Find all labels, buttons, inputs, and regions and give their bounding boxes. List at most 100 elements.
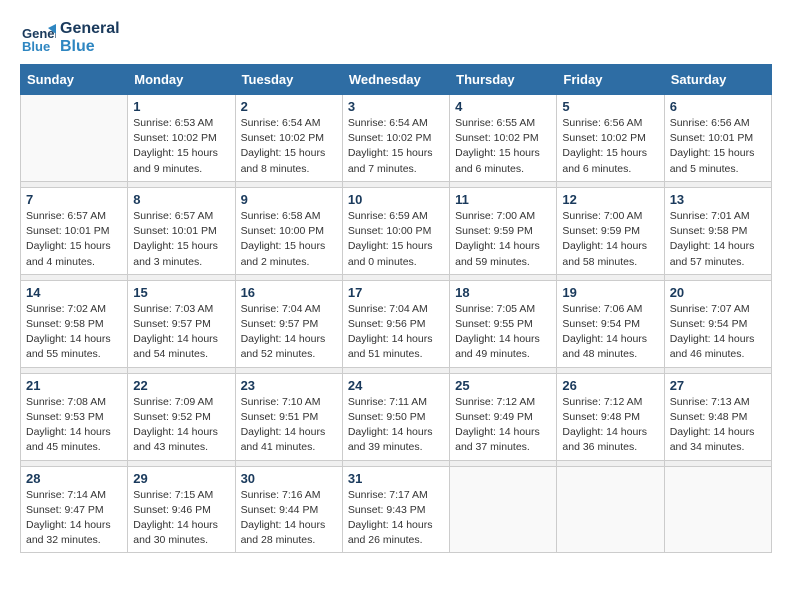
calendar-cell: 15Sunrise: 7:03 AM Sunset: 9:57 PM Dayli… — [128, 280, 235, 367]
day-number: 9 — [241, 192, 337, 207]
calendar-cell: 22 Sunrise: 7:09 AM Sunset: 9:52 PM Dayli… — [128, 373, 235, 460]
calendar-header-saturday: Saturday — [664, 65, 771, 95]
svg-text:Blue: Blue — [22, 39, 50, 54]
day-info: Sunrise: 6:57 AM Sunset: 10:01 PM Daylig… — [26, 209, 122, 270]
calendar-cell: 29 Sunrise: 7:15 AM Sunset: 9:46 PM Dayli… — [128, 466, 235, 553]
calendar-cell: 25Sunrise: 7:12 AM Sunset: 9:49 PM Dayli… — [450, 373, 557, 460]
day-number: 31 — [348, 471, 444, 486]
calendar-cell: 5 Sunrise: 6:56 AM Sunset: 10:02 PM Dayli… — [557, 95, 664, 182]
calendar-cell: 2 Sunrise: 6:54 AM Sunset: 10:02 PM Dayli… — [235, 95, 342, 182]
calendar-week-1: 1Sunrise: 6:53 AM Sunset: 10:02 PM Dayli… — [21, 95, 772, 182]
calendar-cell: 14 Sunrise: 7:02 AM Sunset: 9:58 PM Dayli… — [21, 280, 128, 367]
calendar-cell: 12Sunrise: 7:00 AM Sunset: 9:59 PM Dayli… — [557, 187, 664, 274]
day-number: 2 — [241, 99, 337, 114]
calendar-cell: 26 Sunrise: 7:12 AM Sunset: 9:48 PM Dayli… — [557, 373, 664, 460]
day-number: 5 — [562, 99, 658, 114]
calendar-header-row: SundayMondayTuesdayWednesdayThursdayFrid… — [21, 65, 772, 95]
calendar-cell: 13 Sunrise: 7:01 AM Sunset: 9:58 PM Dayli… — [664, 187, 771, 274]
calendar-header-wednesday: Wednesday — [342, 65, 449, 95]
day-info: Sunrise: 6:55 AM Sunset: 10:02 PM Daylig… — [455, 116, 551, 177]
calendar-cell: 19 Sunrise: 7:06 AM Sunset: 9:54 PM Dayli… — [557, 280, 664, 367]
day-info: Sunrise: 7:01 AM Sunset: 9:58 PM Dayligh… — [670, 209, 766, 270]
day-info: Sunrise: 7:15 AM Sunset: 9:46 PM Dayligh… — [133, 488, 229, 549]
day-info: Sunrise: 7:06 AM Sunset: 9:54 PM Dayligh… — [562, 302, 658, 363]
day-info: Sunrise: 7:08 AM Sunset: 9:53 PM Dayligh… — [26, 395, 122, 456]
calendar-week-5: 28Sunrise: 7:14 AM Sunset: 9:47 PM Dayli… — [21, 466, 772, 553]
day-info: Sunrise: 7:09 AM Sunset: 9:52 PM Dayligh… — [133, 395, 229, 456]
calendar-cell: 17 Sunrise: 7:04 AM Sunset: 9:56 PM Dayli… — [342, 280, 449, 367]
calendar-cell: 24 Sunrise: 7:11 AM Sunset: 9:50 PM Dayli… — [342, 373, 449, 460]
day-number: 3 — [348, 99, 444, 114]
day-info: Sunrise: 7:16 AM Sunset: 9:44 PM Dayligh… — [241, 488, 337, 549]
day-info: Sunrise: 7:11 AM Sunset: 9:50 PM Dayligh… — [348, 395, 444, 456]
day-number: 12 — [562, 192, 658, 207]
day-number: 6 — [670, 99, 766, 114]
logo-text-line1: General — [60, 20, 120, 38]
logo: General Blue General Blue — [20, 20, 120, 56]
day-info: Sunrise: 7:10 AM Sunset: 9:51 PM Dayligh… — [241, 395, 337, 456]
day-number: 7 — [26, 192, 122, 207]
day-number: 14 — [26, 285, 122, 300]
calendar-cell: 7 Sunrise: 6:57 AM Sunset: 10:01 PM Dayli… — [21, 187, 128, 274]
day-number: 10 — [348, 192, 444, 207]
day-number: 22 — [133, 378, 229, 393]
day-number: 21 — [26, 378, 122, 393]
day-number: 8 — [133, 192, 229, 207]
day-number: 27 — [670, 378, 766, 393]
calendar-cell: 10 Sunrise: 6:59 AM Sunset: 10:00 PM Dayl… — [342, 187, 449, 274]
day-number: 24 — [348, 378, 444, 393]
day-info: Sunrise: 7:02 AM Sunset: 9:58 PM Dayligh… — [26, 302, 122, 363]
day-info: Sunrise: 6:54 AM Sunset: 10:02 PM Daylig… — [348, 116, 444, 177]
day-number: 26 — [562, 378, 658, 393]
calendar-cell: 21 Sunrise: 7:08 AM Sunset: 9:53 PM Dayli… — [21, 373, 128, 460]
calendar-cell — [450, 466, 557, 553]
calendar-week-4: 21 Sunrise: 7:08 AM Sunset: 9:53 PM Dayli… — [21, 373, 772, 460]
day-number: 1 — [133, 99, 229, 114]
day-number: 16 — [241, 285, 337, 300]
calendar-header-sunday: Sunday — [21, 65, 128, 95]
day-number: 19 — [562, 285, 658, 300]
day-info: Sunrise: 6:59 AM Sunset: 10:00 PM Daylig… — [348, 209, 444, 270]
calendar-cell: 23 Sunrise: 7:10 AM Sunset: 9:51 PM Dayli… — [235, 373, 342, 460]
logo-icon: General Blue — [20, 20, 56, 56]
calendar-cell: 27 Sunrise: 7:13 AM Sunset: 9:48 PM Dayli… — [664, 373, 771, 460]
calendar-cell: 31 Sunrise: 7:17 AM Sunset: 9:43 PM Dayli… — [342, 466, 449, 553]
calendar-cell: 6 Sunrise: 6:56 AM Sunset: 10:01 PM Dayli… — [664, 95, 771, 182]
day-info: Sunrise: 7:05 AM Sunset: 9:55 PM Dayligh… — [455, 302, 551, 363]
calendar-header-thursday: Thursday — [450, 65, 557, 95]
calendar-cell — [21, 95, 128, 182]
calendar-week-3: 14 Sunrise: 7:02 AM Sunset: 9:58 PM Dayli… — [21, 280, 772, 367]
calendar-cell — [557, 466, 664, 553]
page-container: General Blue General Blue SundayMondayTu… — [20, 20, 772, 553]
calendar-header-tuesday: Tuesday — [235, 65, 342, 95]
day-info: Sunrise: 7:03 AM Sunset: 9:57 PM Dayligh… — [133, 302, 229, 363]
day-info: Sunrise: 7:13 AM Sunset: 9:48 PM Dayligh… — [670, 395, 766, 456]
day-info: Sunrise: 6:56 AM Sunset: 10:01 PM Daylig… — [670, 116, 766, 177]
calendar-cell: 4 Sunrise: 6:55 AM Sunset: 10:02 PM Dayli… — [450, 95, 557, 182]
day-info: Sunrise: 7:07 AM Sunset: 9:54 PM Dayligh… — [670, 302, 766, 363]
calendar-cell: 1Sunrise: 6:53 AM Sunset: 10:02 PM Dayli… — [128, 95, 235, 182]
day-number: 23 — [241, 378, 337, 393]
day-number: 17 — [348, 285, 444, 300]
day-info: Sunrise: 7:17 AM Sunset: 9:43 PM Dayligh… — [348, 488, 444, 549]
day-number: 30 — [241, 471, 337, 486]
calendar-cell: 8Sunrise: 6:57 AM Sunset: 10:01 PM Dayli… — [128, 187, 235, 274]
day-info: Sunrise: 7:12 AM Sunset: 9:48 PM Dayligh… — [562, 395, 658, 456]
day-info: Sunrise: 7:12 AM Sunset: 9:49 PM Dayligh… — [455, 395, 551, 456]
calendar-cell: 18 Sunrise: 7:05 AM Sunset: 9:55 PM Dayli… — [450, 280, 557, 367]
day-info: Sunrise: 6:56 AM Sunset: 10:02 PM Daylig… — [562, 116, 658, 177]
calendar-table: SundayMondayTuesdayWednesdayThursdayFrid… — [20, 64, 772, 553]
day-number: 13 — [670, 192, 766, 207]
day-number: 29 — [133, 471, 229, 486]
day-info: Sunrise: 6:54 AM Sunset: 10:02 PM Daylig… — [241, 116, 337, 177]
day-number: 4 — [455, 99, 551, 114]
day-number: 18 — [455, 285, 551, 300]
day-number: 11 — [455, 192, 551, 207]
day-info: Sunrise: 7:04 AM Sunset: 9:56 PM Dayligh… — [348, 302, 444, 363]
calendar-cell: 30 Sunrise: 7:16 AM Sunset: 9:44 PM Dayli… — [235, 466, 342, 553]
logo-text-line2: Blue — [60, 38, 120, 56]
header: General Blue General Blue — [20, 20, 772, 56]
calendar-header-friday: Friday — [557, 65, 664, 95]
day-number: 20 — [670, 285, 766, 300]
day-info: Sunrise: 6:58 AM Sunset: 10:00 PM Daylig… — [241, 209, 337, 270]
